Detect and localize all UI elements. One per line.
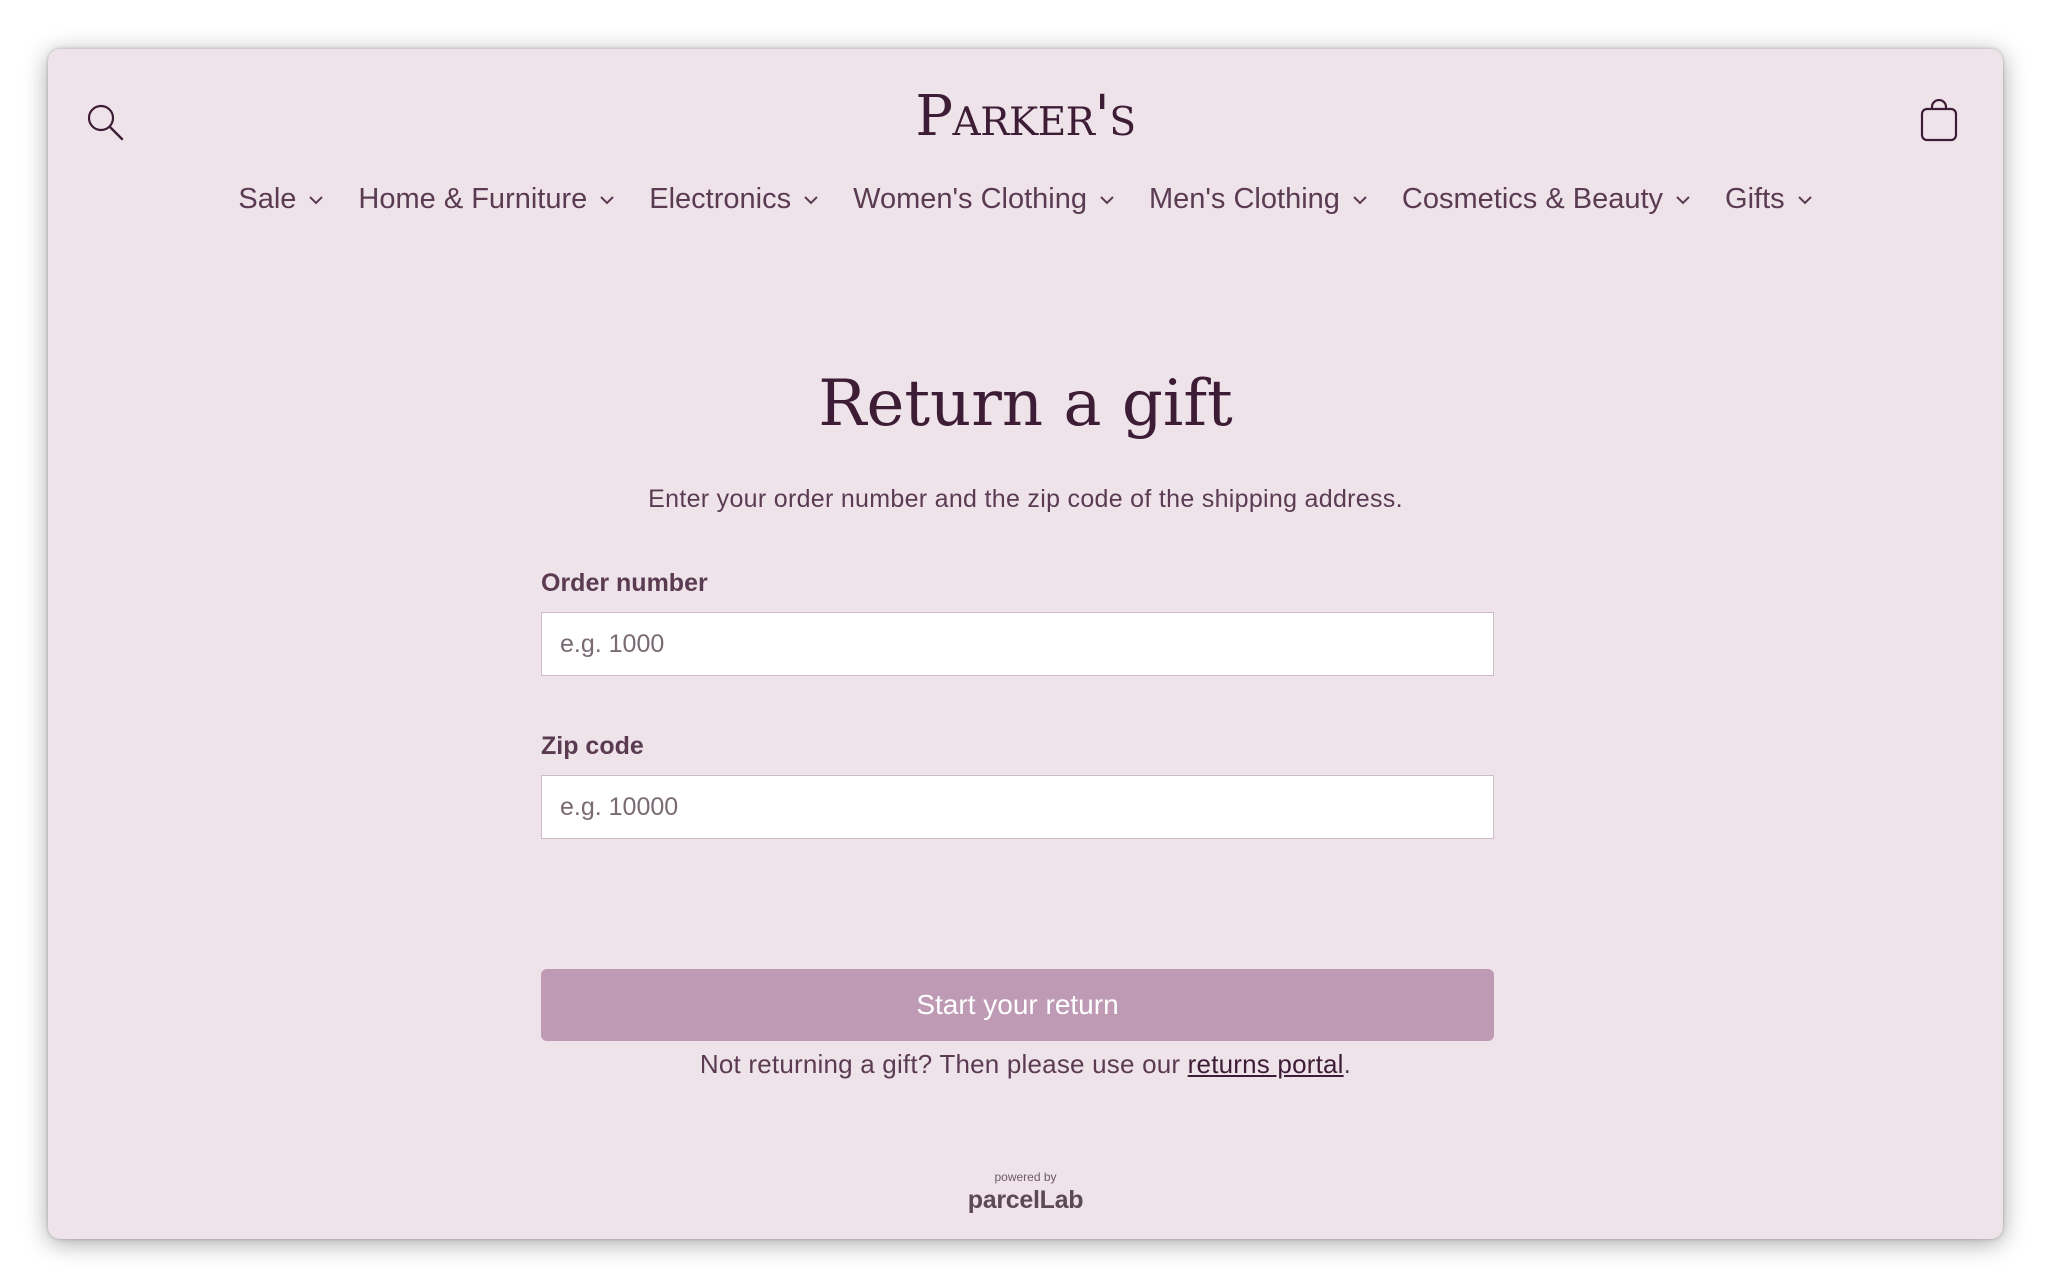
nav-item-label: Electronics xyxy=(649,183,792,215)
order-number-label: Order number xyxy=(541,569,708,597)
note-suffix: . xyxy=(1343,1049,1352,1079)
powered-by-text: powered by xyxy=(994,1170,1057,1184)
nav-item-sale[interactable]: Sale xyxy=(238,183,324,216)
nav-item-womens-clothing[interactable]: Women's Clothing xyxy=(853,183,1115,216)
browser-window: Parker's Sale Home & Furniture Electroni… xyxy=(48,49,2003,1239)
nav-item-label: Gifts xyxy=(1725,183,1785,215)
parcellab-logo[interactable]: parcelLab xyxy=(48,1186,2003,1215)
page-subtitle: Enter your order number and the zip code… xyxy=(648,485,1403,513)
nav-item-home-furniture[interactable]: Home & Furniture xyxy=(358,183,615,216)
chevron-down-icon xyxy=(600,195,614,204)
nav-item-label: Men's Clothing xyxy=(1148,183,1340,215)
zip-code-label: Zip code xyxy=(541,732,644,760)
nav-item-label: Women's Clothing xyxy=(853,183,1087,215)
nav-item-mens-clothing[interactable]: Men's Clothing xyxy=(1149,183,1368,216)
nav-item-label: Sale xyxy=(238,183,297,215)
chevron-down-icon xyxy=(1100,195,1114,204)
chevron-down-icon xyxy=(1353,195,1367,204)
site-logo[interactable]: Parker's xyxy=(48,89,2003,145)
cart-bag-icon[interactable] xyxy=(1919,99,1959,143)
returns-portal-note: Not returning a gift? Then please use ou… xyxy=(48,1049,2003,1080)
nav-item-gifts[interactable]: Gifts xyxy=(1725,183,1813,216)
chevron-down-icon xyxy=(1676,195,1690,204)
zip-code-group: Zip code xyxy=(541,732,1494,839)
nav-item-electronics[interactable]: Electronics xyxy=(649,183,819,216)
nav-item-label: Home & Furniture xyxy=(358,183,588,215)
main-navigation: Sale Home & Furniture Electronics Women'… xyxy=(48,183,2003,216)
nav-item-label: Cosmetics & Beauty xyxy=(1401,183,1664,215)
start-return-button[interactable]: Start your return xyxy=(541,969,1494,1041)
page-title: Return a gift xyxy=(818,367,1233,441)
returns-portal-link[interactable]: returns portal xyxy=(1188,1049,1344,1079)
zip-code-input[interactable] xyxy=(541,775,1494,839)
order-number-group: Order number xyxy=(541,569,1494,676)
note-text: Not returning a gift? Then please use ou… xyxy=(699,1049,1188,1079)
nav-item-cosmetics-beauty[interactable]: Cosmetics & Beauty xyxy=(1402,183,1691,216)
chevron-down-icon xyxy=(1797,195,1812,204)
order-number-input[interactable] xyxy=(541,612,1494,676)
chevron-down-icon xyxy=(804,195,818,204)
chevron-down-icon xyxy=(309,195,324,204)
